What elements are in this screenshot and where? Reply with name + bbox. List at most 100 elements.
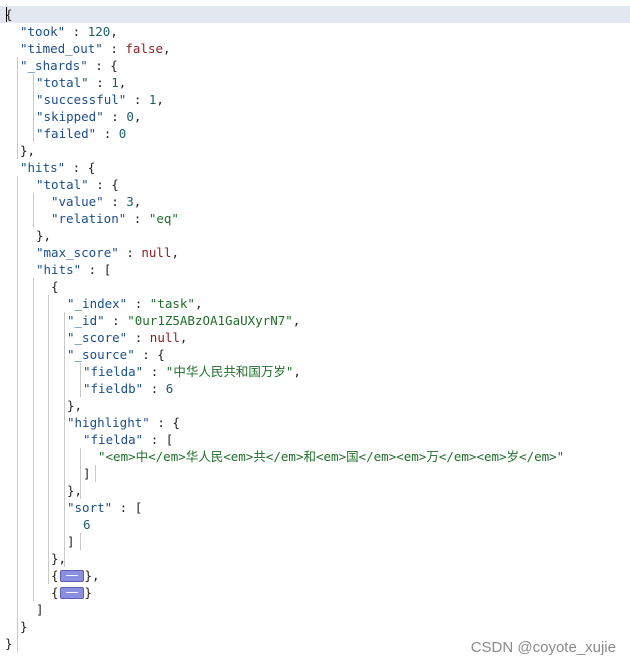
json-token: ,: [293, 364, 301, 379]
json-token: "<em>中</em>华人民<em>共</em>和<em>国</em><em>万…: [98, 449, 565, 464]
json-token: "skipped": [36, 109, 104, 124]
indent-guide: [64, 312, 65, 567]
json-token: : [: [143, 432, 174, 447]
json-token: },: [36, 228, 52, 243]
json-line-hit-0-hl-fielda-close: ]: [83, 465, 91, 482]
json-token: 0: [126, 109, 134, 124]
collapsed-object-toggle[interactable]: [59, 569, 84, 582]
json-line-hit-0-fielda: "fielda" : "中华人民共和国万岁",: [83, 363, 301, 380]
json-token: :: [88, 75, 112, 90]
json-line-hits-close: }: [20, 618, 28, 635]
json-token: : {: [134, 347, 165, 362]
json-line-took: "took" : 120,: [20, 23, 118, 40]
json-token: "value": [51, 194, 104, 209]
json-line-shards-successful: "successful" : 1,: [36, 91, 164, 108]
indent-guide: [80, 533, 81, 550]
json-token: : {: [149, 415, 180, 430]
json-token: 6: [83, 517, 91, 532]
json-token: ,: [163, 41, 171, 56]
json-token: ,: [171, 245, 180, 260]
indent-guide: [80, 448, 81, 499]
json-token: "failed": [36, 126, 97, 141]
json-token: 120: [87, 24, 111, 39]
json-line-hit-0-highlight: "highlight" : {: [67, 414, 180, 431]
json-token: "relation": [51, 211, 127, 226]
json-token: "task": [149, 296, 195, 311]
json-token: :: [65, 24, 88, 39]
json-token: "timed_out": [20, 41, 103, 56]
json-line-hits-total: "total" : {: [36, 176, 119, 193]
json-token: ,: [292, 313, 301, 328]
json-token: 0: [118, 126, 127, 141]
json-token: :: [127, 330, 150, 345]
json-token: "total": [36, 177, 89, 192]
json-line-hit-0-sort-close: ]: [67, 533, 75, 550]
text-cursor: [6, 7, 7, 22]
json-token: "highlight": [67, 415, 150, 430]
json-token: }: [84, 585, 93, 600]
json-line-timed-out: "timed_out" : false,: [20, 40, 171, 57]
json-line-hits-total-value: "value" : 3,: [51, 193, 141, 210]
json-token: ]: [36, 602, 44, 617]
json-token: : {: [88, 177, 119, 192]
json-token: ,: [133, 194, 142, 209]
json-token: ,: [133, 109, 142, 124]
indent-guide: [33, 278, 34, 601]
json-token: null: [149, 330, 180, 345]
json-line-shards-close: },: [20, 142, 35, 159]
json-line-hits-total-relation: "relation" : "eq": [51, 210, 179, 227]
json-token: },: [67, 398, 83, 413]
collapsed-object-toggle[interactable]: [59, 586, 84, 599]
indent-guide: [17, 176, 18, 652]
json-line-shards-failed: "failed" : 0: [36, 125, 126, 142]
json-line-hits-array-close: ]: [36, 601, 44, 618]
json-line-max-score: "max_score" : null,: [36, 244, 179, 261]
json-token: :: [127, 296, 150, 311]
json-token: 6: [165, 381, 174, 396]
json-token: "hits": [36, 262, 82, 277]
json-token: "fielda": [83, 364, 144, 379]
json-token: "fielda": [83, 432, 144, 447]
json-token: ,: [110, 24, 118, 39]
json-token: }: [5, 636, 13, 651]
json-token: :: [103, 194, 127, 209]
json-token: ,: [156, 92, 164, 107]
json-token: ,: [194, 296, 203, 311]
json-token: :: [143, 381, 166, 396]
json-token: "_index": [67, 296, 128, 311]
json-token: : [: [81, 262, 112, 277]
json-line-hit-0-hl-fielda: "fielda" : [: [83, 431, 173, 448]
json-token: :: [104, 313, 128, 328]
json-line-hit-0-source-close: },: [67, 397, 82, 414]
watermark: CSDN @coyote_xujie: [470, 639, 616, 656]
json-line-shards-skipped: "skipped" : 0,: [36, 108, 141, 125]
json-line-hit-0-fieldb: "fieldb" : 6: [83, 380, 173, 397]
json-token: "fieldb": [83, 381, 144, 396]
json-line-shards-total: "total" : 1,: [36, 74, 126, 91]
json-token: }: [20, 619, 28, 634]
json-token: :: [126, 211, 149, 226]
json-line-hit-1-collapsed: {},: [51, 567, 100, 584]
json-line-hit-0-sort: "sort" : [: [67, 499, 142, 516]
json-token: ]: [83, 466, 91, 481]
json-token: "_shards": [20, 58, 88, 73]
json-token: : {: [65, 160, 96, 175]
json-token: "0ur1Z5ABzOA1GaUXyrN7": [127, 313, 293, 328]
json-token: },: [84, 568, 100, 583]
json-token: : [: [112, 500, 143, 515]
json-line-shards: "_shards" : {: [20, 57, 118, 74]
json-line-hit-0-score: "_score" : null,: [67, 329, 187, 346]
indent-guide: [80, 363, 81, 397]
json-line-hits-array: "hits" : [: [36, 261, 111, 278]
json-line-hit-2-collapsed: {}: [51, 584, 92, 601]
json-token: {: [51, 585, 59, 600]
json-line-hit-0-index: "_index" : "task",: [67, 295, 202, 312]
json-token: :: [96, 126, 119, 141]
json-token: :: [143, 364, 166, 379]
json-token: 1: [111, 75, 119, 90]
json-token: :: [118, 245, 142, 260]
json-token: :: [103, 109, 127, 124]
json-line-hits-total-close: },: [36, 227, 51, 244]
json-line-hit-0-open: {: [51, 278, 59, 295]
json-token: :: [102, 41, 126, 56]
